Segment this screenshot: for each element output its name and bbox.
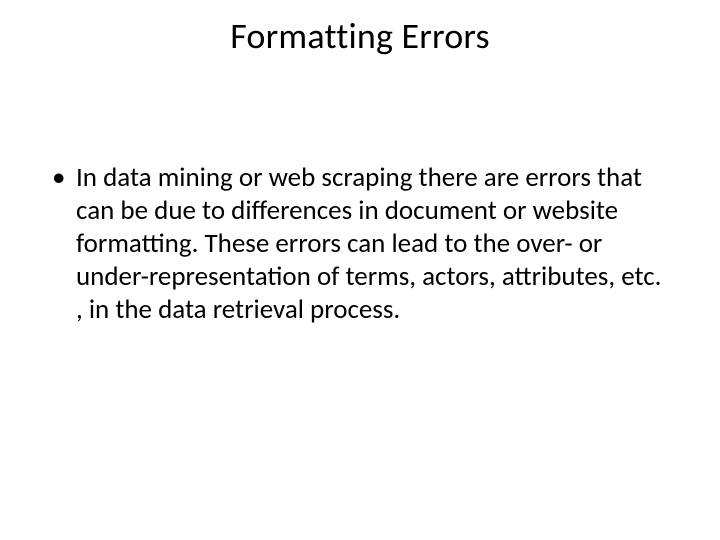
slide-body: In data mining or web scraping there are… xyxy=(48,162,664,327)
list-item: In data mining or web scraping there are… xyxy=(48,162,664,327)
slide: Formatting Errors In data mining or web … xyxy=(0,0,720,540)
bullet-text: In data mining or web scraping there are… xyxy=(76,161,661,326)
bullet-list: In data mining or web scraping there are… xyxy=(48,162,664,327)
slide-title: Formatting Errors xyxy=(0,14,720,58)
